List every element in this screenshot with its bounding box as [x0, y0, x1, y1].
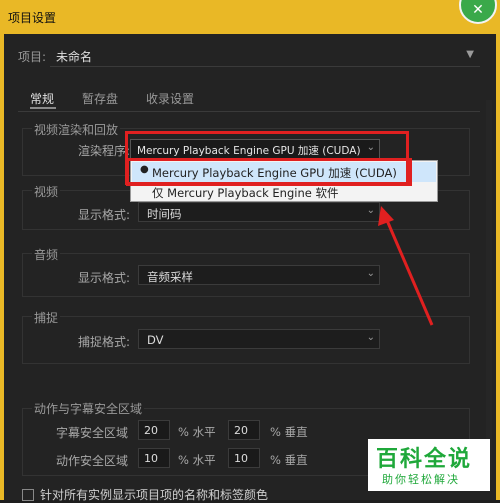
- annotation-arrow-icon: [378, 206, 434, 326]
- watermark-small-text: 助你轻松解决: [382, 473, 460, 486]
- watermark-big-text: 百科全说: [376, 447, 473, 472]
- watermark-logo: 百科全说 助你轻松解决: [368, 439, 490, 491]
